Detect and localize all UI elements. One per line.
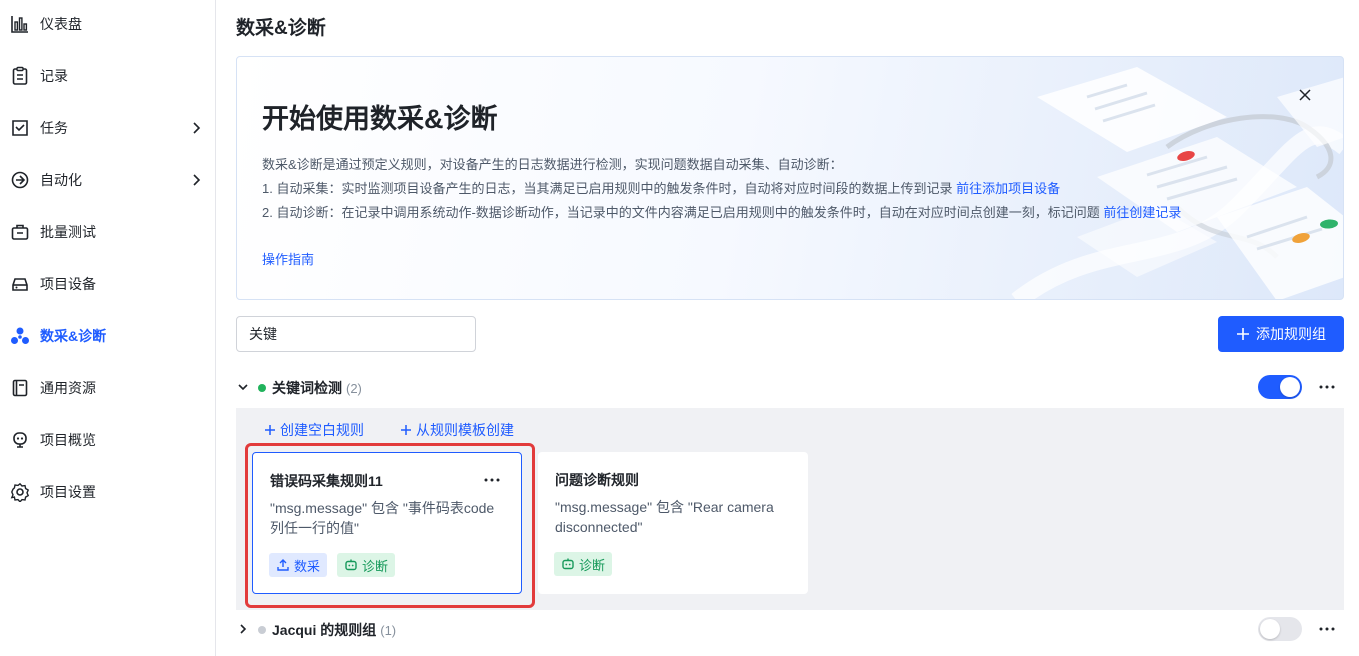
robot-icon	[345, 559, 357, 571]
page-title: 数采&诊断	[236, 18, 326, 39]
sidebar-item-resources[interactable]: 通用资源	[0, 368, 215, 408]
status-dot	[258, 626, 266, 634]
sidebar-item-label: 自动化	[40, 172, 82, 188]
rule-title: 错误码采集规则11	[270, 473, 383, 489]
more-icon[interactable]	[1316, 618, 1338, 640]
rule-group-body: 创建空白规则 从规则模板创建 错误码采集规则11 "msg.message" 包…	[236, 408, 1344, 610]
sidebar-item-dashboard[interactable]: 仪表盘	[0, 4, 215, 44]
banner-step-diagnose: 2. 自动诊断：在记录中调用系统动作-数据诊断动作，当记录中的文件内容满足已启用…	[262, 204, 1181, 222]
sidebar-item-label: 项目概览	[40, 432, 96, 448]
rule-description: "msg.message" 包含 "事件码表code 列任一行的值"	[270, 500, 495, 536]
sidebar-item-label: 记录	[40, 68, 68, 84]
chevron-right-icon[interactable]	[188, 172, 204, 188]
sidebar-item-overview[interactable]: 项目概览	[0, 420, 215, 460]
intro-banner: 开始使用数采&诊断 数采&诊断是通过预定义规则，对设备产生的日志数据进行检测，实…	[236, 56, 1344, 300]
rule-card[interactable]: 错误码采集规则11 "msg.message" 包含 "事件码表code 列任一…	[252, 452, 522, 594]
rule-group-name: Jacqui 的规则组 (1)	[272, 620, 396, 640]
toggle-knob	[1260, 619, 1280, 639]
rule-group-count: (1)	[380, 623, 397, 638]
diagnostics-icon	[11, 327, 29, 344]
banner-heading: 开始使用数采&诊断	[262, 104, 498, 134]
toggle-knob	[1280, 377, 1300, 397]
create-blank-rule-button[interactable]: 创建空白规则	[264, 420, 364, 440]
sidebar-item-label: 项目设备	[40, 276, 96, 292]
sidebar-item-records[interactable]: 记录	[0, 56, 215, 96]
task-icon	[12, 120, 28, 136]
book-icon	[12, 379, 28, 397]
tag-collect: 数采	[269, 553, 328, 577]
gear-icon	[10, 482, 30, 502]
sidebar-item-label: 数采&诊断	[40, 328, 107, 344]
sidebar-item-label: 项目设置	[40, 484, 96, 500]
sidebar-item-devices[interactable]: 项目设备	[0, 264, 215, 304]
clipboard-icon	[12, 66, 28, 85]
sidebar-item-tasks[interactable]: 任务	[0, 108, 215, 148]
rule-group-name: 关键词检测 (2)	[272, 378, 362, 398]
tag-diagnose: 诊断	[337, 553, 396, 577]
upload-icon	[277, 559, 289, 571]
robot-icon	[562, 558, 574, 570]
tag-label: 数采	[294, 558, 321, 574]
rule-title: 问题诊断规则	[555, 472, 639, 488]
add-rule-group-button[interactable]: 添加规则组	[1218, 316, 1344, 352]
status-dot	[258, 384, 266, 392]
create-record-link[interactable]: 前往创建记录	[1103, 205, 1181, 220]
chevron-right-icon[interactable]	[188, 120, 204, 136]
search-input[interactable]	[236, 316, 476, 352]
rule-group-toggle[interactable]	[1258, 617, 1302, 641]
rule-group-title: Jacqui 的规则组	[272, 622, 377, 638]
rule-group-count: (2)	[346, 381, 362, 396]
plus-icon	[1237, 328, 1249, 340]
sidebar-item-label: 通用资源	[40, 380, 96, 396]
guide-link[interactable]: 操作指南	[262, 251, 314, 269]
rule-group-toggle[interactable]	[1258, 375, 1302, 399]
rule-group-header: 关键词检测 (2)	[236, 374, 1344, 402]
sidebar-item-automation[interactable]: 自动化	[0, 160, 215, 200]
banner-step-text: 1. 自动采集：实时监测项目设备产生的日志，当其满足已启用规则中的触发条件时，自…	[262, 181, 953, 196]
chevron-down-icon[interactable]	[236, 380, 250, 394]
plus-icon	[265, 425, 275, 435]
robot-icon	[13, 432, 27, 448]
banner-illustration	[1011, 67, 1343, 299]
bar-chart-icon	[11, 16, 28, 33]
sidebar: 仪表盘 记录 任务 自动化 批量测试 项目设备 数采&诊断 通用资源 项目概览 …	[0, 0, 216, 656]
sidebar-item-batch-test[interactable]: 批量测试	[0, 212, 215, 252]
create-blank-rule-label: 创建空白规则	[280, 422, 364, 438]
rule-description: "msg.message" 包含 "Rear camera disconnect…	[555, 499, 774, 535]
tag-label: 诊断	[362, 558, 389, 574]
toolbox-icon	[11, 224, 29, 240]
banner-description: 数采&诊断是通过预定义规则，对设备产生的日志数据进行检测，实现问题数据自动采集、…	[262, 157, 843, 172]
plus-icon	[401, 425, 411, 435]
tag-label: 诊断	[579, 557, 606, 573]
sidebar-item-settings[interactable]: 项目设置	[0, 472, 215, 512]
rule-group-title: 关键词检测	[272, 380, 342, 396]
sidebar-item-label: 任务	[40, 120, 68, 136]
sidebar-item-label: 批量测试	[40, 224, 96, 240]
rule-group-header: Jacqui 的规则组 (1)	[236, 616, 1344, 644]
more-icon[interactable]	[1316, 376, 1338, 398]
automation-icon	[11, 171, 29, 189]
tag-diagnose: 诊断	[554, 552, 613, 576]
sidebar-item-diagnostics[interactable]: 数采&诊断	[0, 316, 215, 356]
add-rule-group-label: 添加规则组	[1256, 326, 1326, 342]
create-from-template-button[interactable]: 从规则模板创建	[400, 420, 514, 440]
chevron-right-icon[interactable]	[236, 622, 250, 636]
rule-card[interactable]: 问题诊断规则 "msg.message" 包含 "Rear camera dis…	[538, 452, 808, 594]
device-icon	[12, 278, 28, 291]
add-device-link[interactable]: 前往添加项目设备	[956, 181, 1060, 196]
banner-step-collect: 1. 自动采集：实时监测项目设备产生的日志，当其满足已启用规则中的触发条件时，自…	[262, 180, 1060, 198]
sidebar-item-label: 仪表盘	[40, 16, 82, 32]
close-icon[interactable]	[1297, 87, 1313, 103]
more-icon[interactable]	[481, 469, 503, 491]
create-from-template-label: 从规则模板创建	[416, 422, 514, 438]
banner-step-text: 2. 自动诊断：在记录中调用系统动作-数据诊断动作，当记录中的文件内容满足已启用…	[262, 205, 1100, 220]
